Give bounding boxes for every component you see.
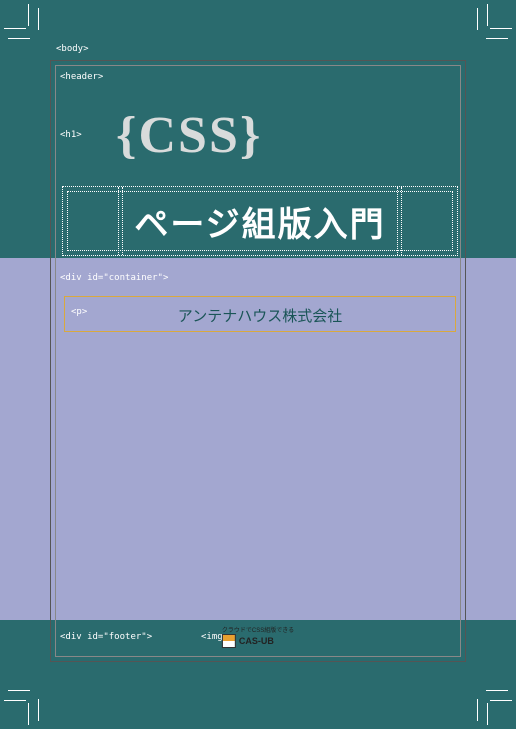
container-tag-label: <div id="container"> [60,273,168,283]
brace-left-icon: { [116,107,139,164]
page-title: ページ組版入門 [63,197,457,246]
css-logo: {CSS} [116,106,262,165]
brace-right-icon: } [240,107,263,164]
cas-ub-icon [222,634,236,648]
body-tag-label: <body> [56,44,89,54]
h1-tag-label: <h1> [60,130,82,140]
page-outer-frame: <header> <h1> {CSS} ページ組版入門 <div id="con… [50,60,466,662]
company-name: アンテナハウス株式会社 [65,305,455,326]
footer-logo-tagline: クラウドでCSS組版できる [222,625,294,634]
company-box: <p> アンテナハウス株式会社 [64,296,456,332]
css-logo-text: CSS [139,107,240,164]
page-inner-frame: <header> <h1> {CSS} ページ組版入門 <div id="con… [55,65,461,657]
footer-tag-label: <div id="footer"> [60,632,152,642]
header-tag-label: <header> [60,72,103,82]
title-dotted-frame: ページ組版入門 [62,186,458,256]
footer-logo: クラウドでCSS組版できる CAS-UB [222,625,294,648]
footer-logo-name: CAS-UB [239,636,274,646]
